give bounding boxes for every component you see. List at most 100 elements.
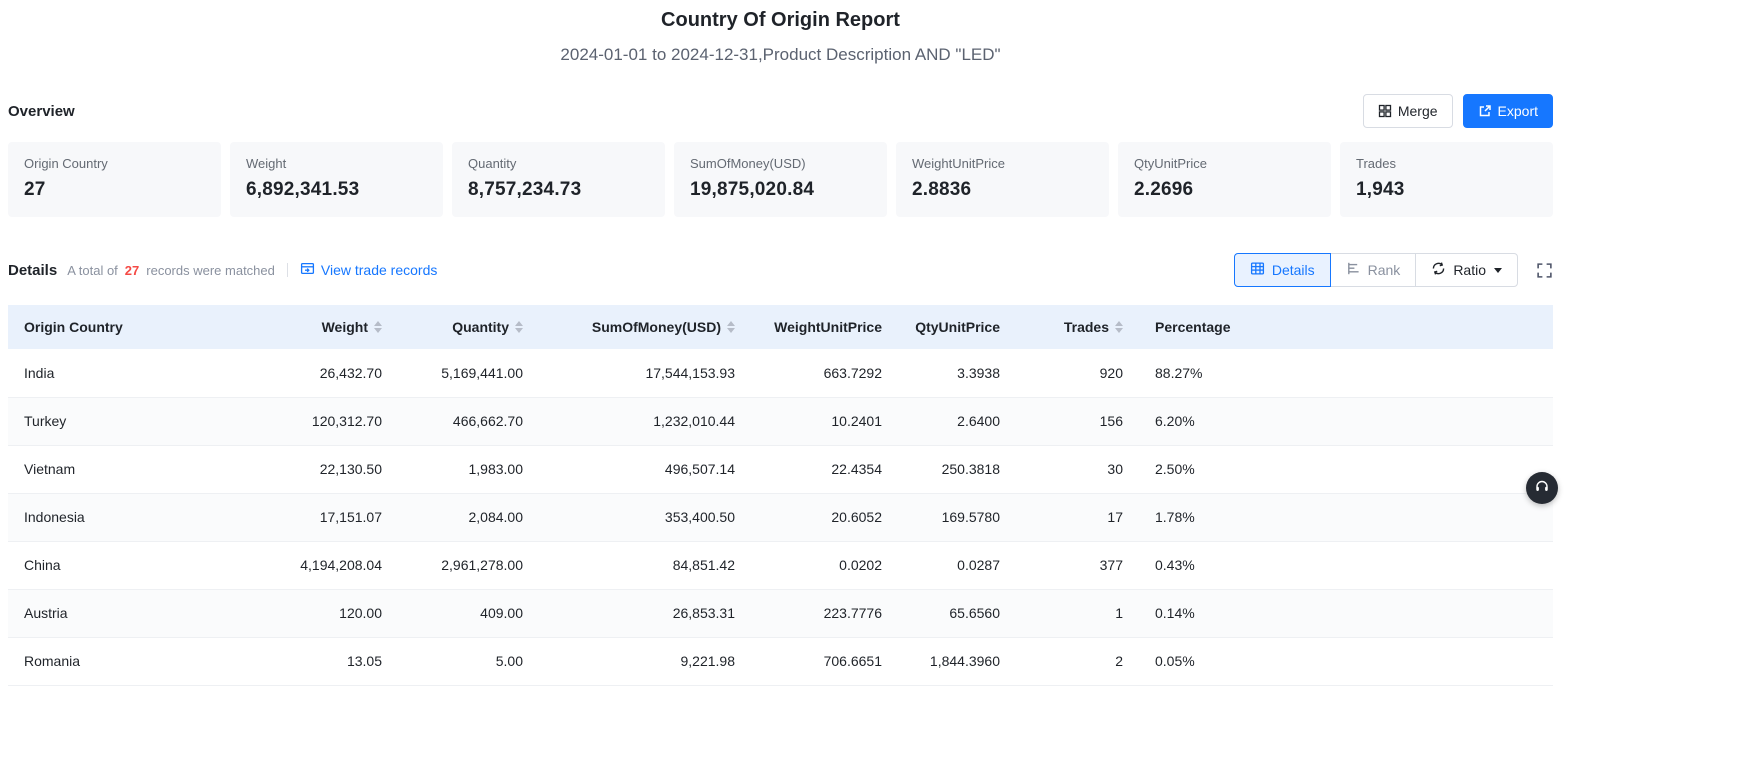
details-toolbar: Details Rank [1234,253,1553,287]
stat-card-label: Weight [246,156,427,171]
stat-card-quantity: Quantity 8,757,234.73 [452,142,665,217]
table-header: Origin Country Weight Quantity SumOfMone… [8,305,1553,349]
stat-card-label: QtyUnitPrice [1134,156,1315,171]
cell-trades: 377 [1016,541,1139,589]
details-bar: Details A total of 27 records were match… [8,253,1553,287]
match-suffix: records were matched [146,263,275,278]
stat-card-weight-unit-price: WeightUnitPrice 2.8836 [896,142,1109,217]
table-row: Romania13.055.009,221.98706.66511,844.39… [8,637,1553,685]
column-header-weight[interactable]: Weight [264,305,398,349]
export-icon [1478,104,1492,118]
column-label: QtyUnitPrice [915,319,1000,335]
cell-quantity: 409.00 [398,589,539,637]
cell-origin-country: Vietnam [8,445,264,493]
cell-percentage: 88.27% [1139,349,1553,397]
tab-ratio[interactable]: Ratio [1415,253,1518,287]
cell-trades: 156 [1016,397,1139,445]
stat-card-value: 2.2696 [1134,179,1315,201]
table-row: India26,432.705,169,441.0017,544,153.936… [8,349,1553,397]
stat-card-label: Quantity [468,156,649,171]
table-body: India26,432.705,169,441.0017,544,153.936… [8,349,1553,685]
match-count: 27 [125,263,139,278]
stat-card-label: SumOfMoney(USD) [690,156,871,171]
merge-button-label: Merge [1398,103,1438,119]
details-section-title: Details [8,262,57,279]
cell-origin-country: Turkey [8,397,264,445]
cell-quantity: 5.00 [398,637,539,685]
match-info: A total of 27 records were matched [67,263,275,278]
tab-rank-label: Rank [1368,262,1401,278]
cell-weight: 22,130.50 [264,445,398,493]
cell-quantity: 1,983.00 [398,445,539,493]
cell-qty-unit-price: 1,844.3960 [898,637,1016,685]
stat-card-origin-country: Origin Country 27 [8,142,221,217]
table-row: Indonesia17,151.072,084.00353,400.5020.6… [8,493,1553,541]
stat-card-label: WeightUnitPrice [912,156,1093,171]
table-row: China4,194,208.042,961,278.0084,851.420.… [8,541,1553,589]
cell-weight-unit-price: 663.7292 [751,349,898,397]
trade-records-icon [300,261,315,279]
cell-origin-country: Indonesia [8,493,264,541]
export-button[interactable]: Export [1463,94,1553,128]
cell-weight-unit-price: 10.2401 [751,397,898,445]
cell-trades: 17 [1016,493,1139,541]
fullscreen-icon[interactable] [1536,262,1553,279]
overview-bar: Overview Merge Export [8,94,1553,128]
stat-card-label: Trades [1356,156,1537,171]
cell-sum-of-money-usd: 9,221.98 [539,637,751,685]
cell-sum-of-money-usd: 1,232,010.44 [539,397,751,445]
details-table: Origin Country Weight Quantity SumOfMone… [8,305,1553,686]
view-trade-records-label: View trade records [321,262,437,278]
cell-percentage: 0.43% [1139,541,1553,589]
sort-icon[interactable] [727,321,735,333]
cell-origin-country: China [8,541,264,589]
rank-icon [1346,261,1361,279]
column-label: Quantity [452,319,509,335]
cell-sum-of-money-usd: 84,851.42 [539,541,751,589]
cell-qty-unit-price: 0.0287 [898,541,1016,589]
stat-card-value: 8,757,234.73 [468,179,649,201]
cell-trades: 920 [1016,349,1139,397]
stat-card-label: Origin Country [24,156,205,171]
table-row: Austria120.00409.0026,853.31223.777665.6… [8,589,1553,637]
stat-card-weight: Weight 6,892,341.53 [230,142,443,217]
vertical-divider [287,263,288,277]
headset-icon [1534,478,1550,499]
table-row: Turkey120,312.70466,662.701,232,010.4410… [8,397,1553,445]
stat-card-value: 6,892,341.53 [246,179,427,201]
column-label: Trades [1064,319,1109,335]
column-header-quantity[interactable]: Quantity [398,305,539,349]
tab-ratio-label: Ratio [1453,262,1486,278]
overview-section-title: Overview [8,103,75,120]
support-float-button[interactable] [1526,472,1558,504]
column-label: Origin Country [24,319,123,335]
view-trade-records-link[interactable]: View trade records [300,261,437,279]
sort-icon[interactable] [1115,321,1123,333]
merge-button[interactable]: Merge [1363,94,1453,128]
tab-details[interactable]: Details [1234,253,1331,287]
column-header-sum-of-money-usd[interactable]: SumOfMoney(USD) [539,305,751,349]
cell-weight: 17,151.07 [264,493,398,541]
sort-icon[interactable] [374,321,382,333]
cell-quantity: 2,961,278.00 [398,541,539,589]
cell-percentage: 0.05% [1139,637,1553,685]
cell-origin-country: India [8,349,264,397]
cell-sum-of-money-usd: 496,507.14 [539,445,751,493]
cell-quantity: 466,662.70 [398,397,539,445]
cell-weight-unit-price: 0.0202 [751,541,898,589]
column-header-trades[interactable]: Trades [1016,305,1139,349]
report-subtitle: 2024-01-01 to 2024-12-31,Product Descrip… [8,43,1553,67]
match-prefix: A total of [67,263,118,278]
cell-qty-unit-price: 250.3818 [898,445,1016,493]
column-label: Percentage [1155,319,1230,335]
tab-rank[interactable]: Rank [1330,253,1417,287]
cell-weight-unit-price: 20.6052 [751,493,898,541]
stat-card-value: 1,943 [1356,179,1537,201]
stat-card-value: 2.8836 [912,179,1093,201]
sort-icon[interactable] [515,321,523,333]
cell-origin-country: Romania [8,637,264,685]
stat-card-value: 19,875,020.84 [690,179,871,201]
column-header-origin-country: Origin Country [8,305,264,349]
cell-weight: 26,432.70 [264,349,398,397]
cell-percentage: 0.14% [1139,589,1553,637]
